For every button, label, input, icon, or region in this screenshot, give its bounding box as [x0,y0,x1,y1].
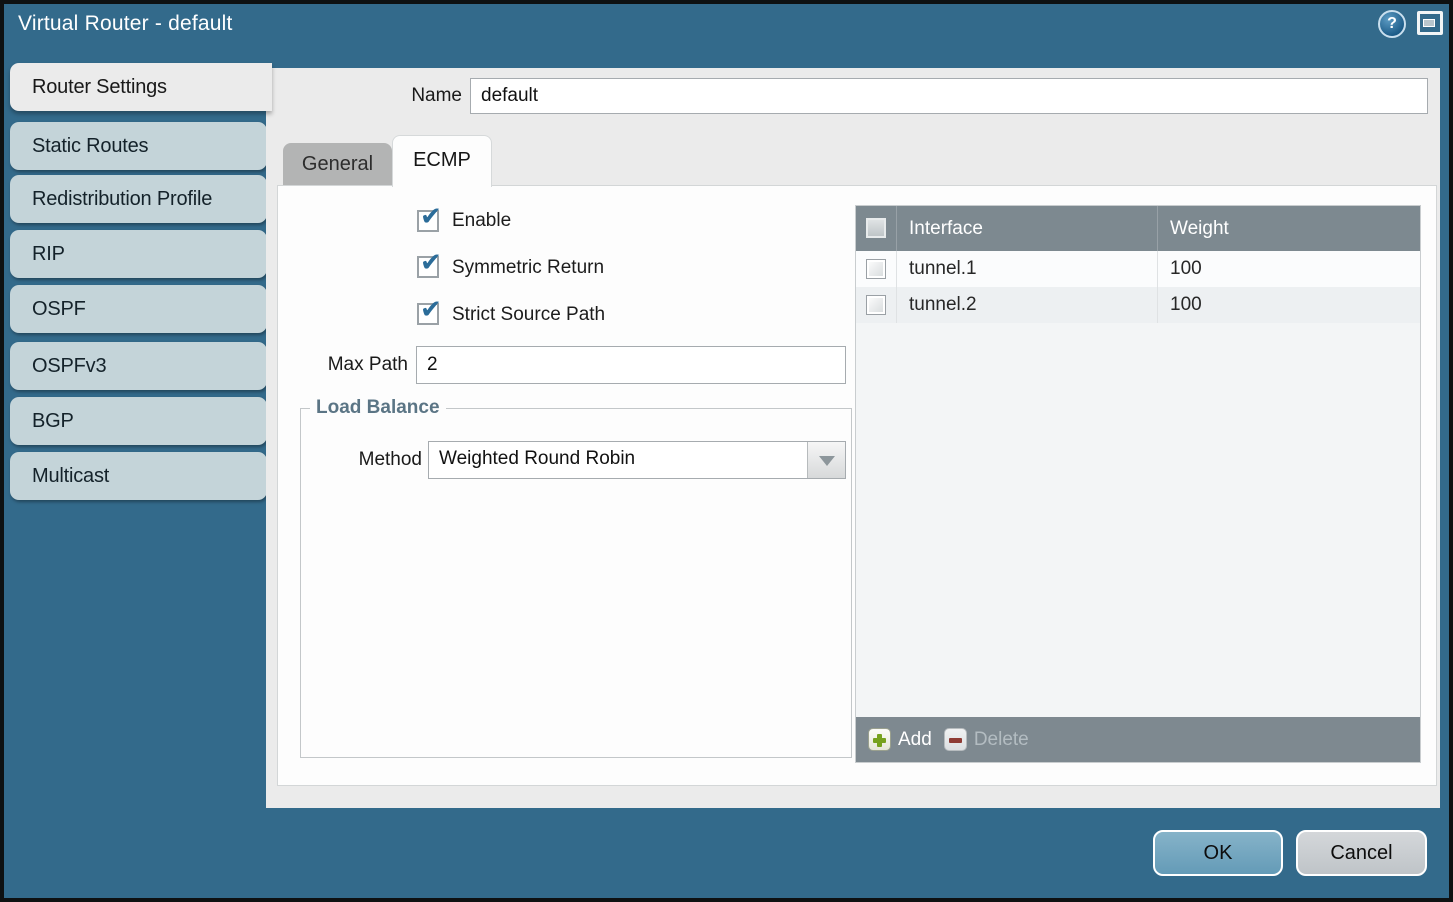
method-selected-value: Weighted Round Robin [439,448,635,470]
interface-table: Interface Weight tunnel.1 100 tunnel.2 1… [855,205,1421,763]
delete-button[interactable]: Delete [944,728,1029,751]
sidebar-item-rip[interactable]: RIP [10,230,267,278]
method-select[interactable]: Weighted Round Robin [428,441,846,479]
row-checkbox[interactable] [866,295,886,315]
help-icon[interactable]: ? [1378,10,1406,38]
table-toolbar: Add Delete [856,717,1420,762]
weight-cell[interactable]: 100 [1157,287,1420,323]
load-balance-legend: Load Balance [310,397,446,419]
dropdown-button[interactable] [807,442,845,478]
table-row[interactable]: tunnel.2 100 [856,287,1420,323]
interface-cell[interactable]: tunnel.1 [896,251,1157,287]
name-input[interactable] [470,78,1428,114]
weight-cell[interactable]: 100 [1157,251,1420,287]
enable-label: Enable [452,209,511,233]
table-row[interactable]: tunnel.1 100 [856,251,1420,287]
virtual-router-dialog: Virtual Router - default ? Router Settin… [0,0,1453,902]
tab-general[interactable]: General [283,143,392,186]
strict-source-path-checkbox[interactable]: ✔ [417,303,439,325]
row-select-cell [856,287,896,323]
interface-cell[interactable]: tunnel.2 [896,287,1157,323]
minus-icon [944,728,967,751]
check-icon: ✔ [420,248,442,278]
symmetric-return-checkbox[interactable]: ✔ [417,256,439,278]
max-path-label: Max Path [316,346,408,384]
delete-button-label: Delete [974,729,1029,751]
window-icon[interactable] [1417,11,1443,35]
select-all-column [856,206,896,251]
plus-icon [868,728,891,751]
sidebar-item-ospfv3[interactable]: OSPFv3 [10,342,267,390]
tab-ecmp[interactable]: ECMP [392,135,492,187]
sidebar-item-multicast[interactable]: Multicast [10,452,267,500]
row-select-cell [856,251,896,287]
window-icon-inner [1423,19,1435,27]
chevron-down-icon [819,456,835,474]
column-header-interface[interactable]: Interface [896,206,1157,251]
check-icon: ✔ [420,295,442,325]
enable-checkbox[interactable]: ✔ [417,210,439,232]
select-all-checkbox[interactable] [866,218,886,238]
max-path-input[interactable] [416,346,846,384]
row-checkbox[interactable] [866,259,886,279]
dialog-title: Virtual Router - default [18,12,233,36]
sidebar-item-router-settings[interactable]: Router Settings [10,63,272,111]
strict-source-path-label: Strict Source Path [452,303,605,327]
sidebar-item-redistribution-profile[interactable]: Redistribution Profile [10,175,267,223]
method-label: Method [330,441,422,479]
add-button[interactable]: Add [868,728,932,751]
column-header-weight[interactable]: Weight [1157,206,1420,251]
add-button-label: Add [898,729,932,751]
sidebar-item-bgp[interactable]: BGP [10,397,267,445]
sidebar-item-static-routes[interactable]: Static Routes [10,122,267,170]
symmetric-return-label: Symmetric Return [452,256,604,280]
ok-button[interactable]: OK [1153,830,1283,876]
sidebar-item-ospf[interactable]: OSPF [10,285,267,333]
cancel-button[interactable]: Cancel [1296,830,1427,876]
name-label: Name [368,78,462,114]
check-icon: ✔ [420,202,442,232]
table-header: Interface Weight [856,206,1420,251]
